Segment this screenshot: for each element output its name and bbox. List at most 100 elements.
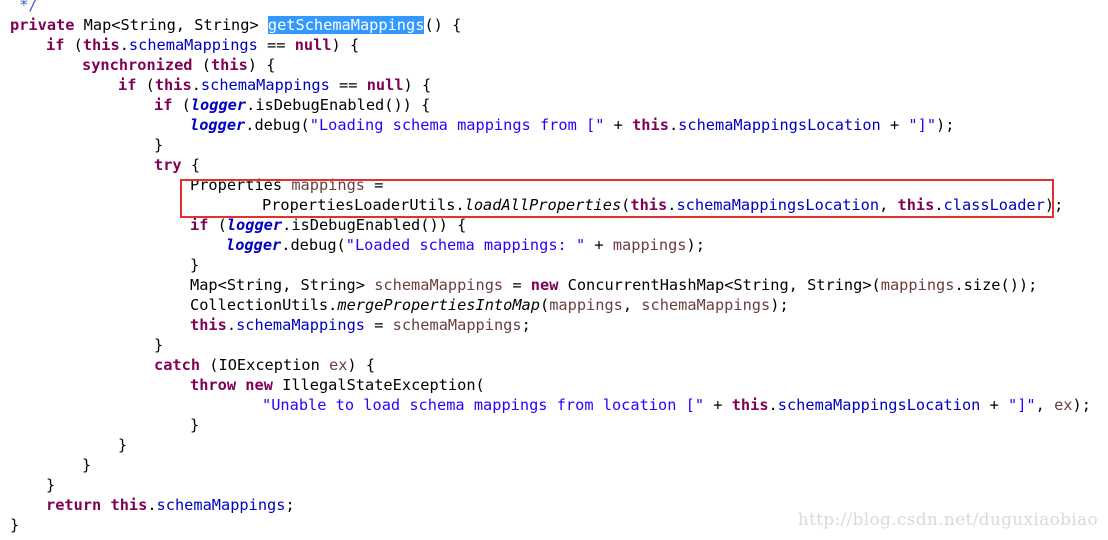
code-token: schemaMappings	[200, 76, 330, 94]
code-token: new	[245, 376, 273, 394]
code-line[interactable]: private Map<String, String> getSchemaMap…	[10, 15, 461, 35]
code-token: */	[10, 0, 38, 14]
code-token: () {	[424, 16, 462, 34]
code-token: logger	[190, 96, 247, 114]
code-token: mappings	[549, 296, 623, 314]
code-token: if	[190, 216, 209, 234]
code-line[interactable]: }	[46, 475, 55, 495]
code-token: (	[208, 216, 227, 234]
code-token: try	[154, 156, 182, 174]
code-token: this	[110, 496, 148, 514]
code-line[interactable]: "Unable to load schema mappings from loc…	[262, 395, 1091, 415]
code-token: }	[154, 336, 164, 354]
code-line[interactable]: Map<String, String> schemaMappings = new…	[190, 275, 1037, 295]
code-line[interactable]: }	[10, 515, 19, 535]
code-token: );	[770, 296, 789, 314]
code-token: .	[226, 316, 237, 334]
code-line[interactable]: catch (IOException ex) {	[154, 355, 375, 375]
code-token: =	[365, 316, 393, 334]
code-token: );	[1072, 396, 1091, 414]
code-token: if	[46, 36, 65, 54]
code-token: Map<String, String>	[74, 16, 268, 34]
code-line[interactable]: throw new IllegalStateException(	[190, 375, 485, 395]
code-line[interactable]: if (logger.isDebugEnabled()) {	[154, 95, 430, 115]
code-token: }	[118, 436, 128, 454]
code-token: Map<String, String>	[190, 276, 375, 294]
code-token: }	[190, 256, 200, 274]
code-line[interactable]: if (this.schemaMappings == null) {	[46, 35, 359, 55]
code-token: +	[604, 116, 633, 134]
code-line[interactable]: if (this.schemaMappings == null) {	[118, 75, 431, 95]
code-line[interactable]: }	[82, 455, 91, 475]
code-token: return	[46, 496, 102, 514]
code-token: this	[190, 316, 227, 334]
code-token: +	[585, 236, 613, 254]
code-token: schemaMappings	[128, 36, 258, 54]
code-token: null	[366, 76, 404, 94]
code-line[interactable]: */	[10, 0, 38, 15]
code-token: "Loading schema mappings from ["	[309, 116, 605, 134]
code-token: this	[632, 116, 669, 134]
code-token: logger	[226, 236, 282, 254]
code-line[interactable]: try {	[154, 155, 200, 175]
code-token: "Unable to load schema mappings from loc…	[262, 396, 705, 414]
code-token: .isDebugEnabled()) {	[282, 216, 467, 234]
code-token: }	[46, 476, 56, 494]
code-line[interactable]: logger.debug("Loaded schema mappings: " …	[226, 235, 705, 255]
code-token: private	[10, 16, 75, 34]
code-token: ;	[285, 496, 295, 514]
highlight-box-annotation	[180, 179, 1054, 218]
selected-method-name: getSchemaMappings	[267, 16, 425, 34]
code-line[interactable]: }	[154, 335, 163, 355]
code-token: if	[118, 76, 137, 94]
code-token: }	[190, 416, 200, 434]
code-token: ) {	[403, 76, 432, 94]
code-token: "Loaded schema mappings: "	[345, 236, 586, 254]
code-line[interactable]: }	[154, 135, 163, 155]
code-line[interactable]: return this.schemaMappings;	[46, 495, 295, 515]
code-token: +	[704, 396, 732, 414]
code-token: "]"	[1008, 396, 1036, 414]
code-line[interactable]: logger.debug("Loading schema mappings fr…	[190, 115, 954, 135]
code-token: ,	[1035, 396, 1055, 414]
code-token: schemaMappingsLocation	[777, 396, 981, 414]
code-token: (	[172, 96, 191, 114]
code-token: schemaMappings	[641, 296, 771, 314]
code-token: ) {	[331, 36, 360, 54]
code-token: (	[64, 36, 83, 54]
code-token: .	[119, 36, 129, 54]
code-line[interactable]: this.schemaMappings = schemaMappings;	[190, 315, 531, 335]
code-token: .size());	[954, 276, 1038, 294]
code-token: .	[768, 396, 778, 414]
code-token: this	[210, 56, 248, 74]
code-token: +	[880, 116, 909, 134]
code-token: {	[181, 156, 201, 174]
code-token: ConcurrentHashMap<String, String>(	[558, 276, 881, 294]
code-line[interactable]: CollectionUtils.mergePropertiesIntoMap(m…	[190, 295, 789, 315]
code-token: throw	[190, 376, 237, 394]
code-token: synchronized	[82, 56, 193, 74]
code-line[interactable]: }	[118, 435, 127, 455]
code-token: this	[731, 396, 769, 414]
code-line[interactable]: }	[190, 255, 199, 275]
code-line[interactable]: synchronized (this) {	[82, 55, 275, 75]
code-token: schemaMappings	[156, 496, 286, 514]
code-token: ex	[1054, 396, 1073, 414]
code-token: schemaMappings	[374, 276, 504, 294]
code-token: this	[82, 36, 120, 54]
code-token: (	[192, 56, 211, 74]
code-token: schemaMappings	[236, 316, 365, 334]
code-line[interactable]: if (logger.isDebugEnabled()) {	[190, 215, 466, 235]
code-token: this	[154, 76, 192, 94]
code-editor[interactable]: */private Map<String, String> getSchemaM…	[10, 0, 1108, 540]
code-token: .	[668, 116, 679, 134]
code-token: new	[530, 276, 559, 294]
code-token: IllegalStateException(	[272, 376, 485, 394]
code-line[interactable]: }	[190, 415, 199, 435]
code-token: mergePropertiesIntoMap	[337, 296, 540, 314]
code-token: }	[82, 456, 92, 474]
code-token: schemaMappings	[392, 316, 522, 334]
code-token: +	[980, 396, 1009, 414]
code-token: mappings	[612, 236, 687, 254]
